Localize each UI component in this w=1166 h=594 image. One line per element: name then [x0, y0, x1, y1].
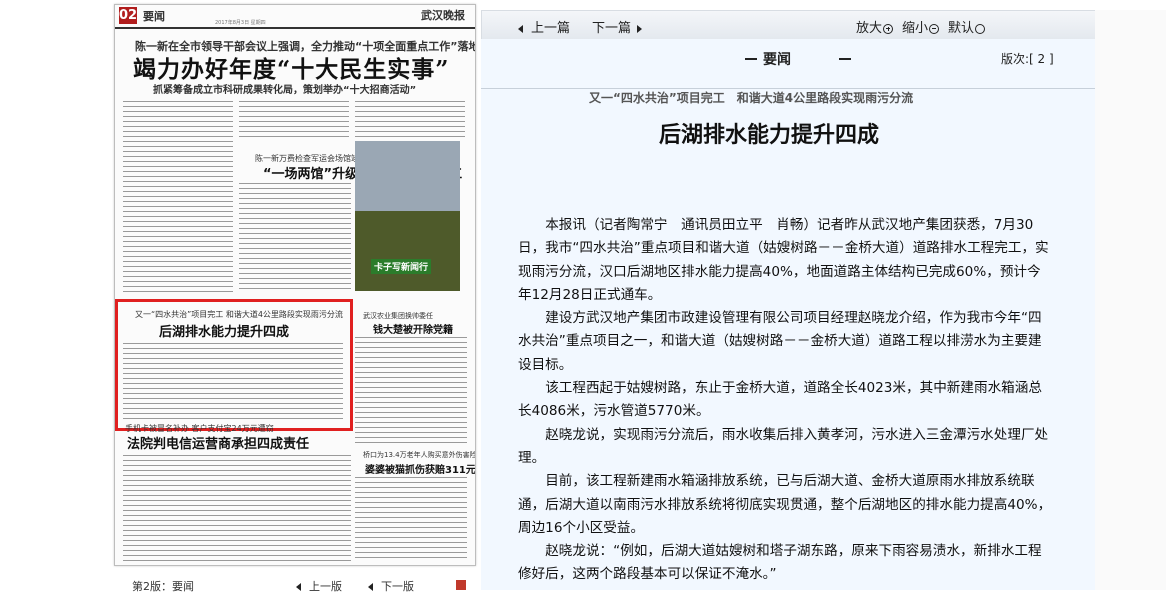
radio-icon: [975, 23, 986, 34]
side-story-title[interactable]: 钱大楚被开除党籍: [373, 321, 453, 336]
next-article-button[interactable]: 下一篇: [592, 17, 643, 36]
news-photo: 卡子写新闻行: [355, 141, 460, 291]
newspaper-section-label: 要闻: [143, 10, 165, 23]
text-column: [239, 181, 351, 293]
zoom-in-icon: [883, 23, 894, 34]
text-column: [123, 99, 233, 295]
right-margin: [1095, 10, 1166, 590]
article-paragraph: 本报讯（记者陶常宁 通讯员田立平 肖畅）记者昨从武汉地产集团获悉，7月30日，我…: [518, 217, 1049, 303]
top-story-subhead[interactable]: 抓紧筹备成立市科研成果转化局，策划举办“十大招商活动”: [153, 81, 416, 96]
prev-article-button[interactable]: 上一篇: [518, 17, 570, 36]
current-page-label: 第2版：要闻: [132, 580, 194, 593]
right-lower-story-kicker[interactable]: 桥口为13.4万老年人购买意外伤害险: [363, 450, 475, 460]
article-paragraph: 赵晓龙说：“例如，后湖大道姑嫂树和塔子湖东路，原来下雨容易渍水，新排水工程修好后…: [518, 543, 1042, 583]
zoom-in-button[interactable]: 放大: [856, 17, 894, 36]
top-story-headline[interactable]: 竭力办好年度“十大民生实事”: [133, 50, 449, 84]
newspaper-dateline: 2017年8月3日 星期四: [215, 20, 266, 26]
article-paragraph: 该工程西起于姑嫂树路，东止于金桥大道，道路全长4023米，其中新建雨水箱涵总长4…: [518, 380, 1042, 420]
text-column: [355, 475, 467, 561]
selected-article-kicker[interactable]: 又一“四水共治”项目完工 和谐大道4公里路段实现雨污分流: [135, 309, 343, 320]
photo-tag: 卡子写新闻行: [371, 259, 432, 274]
section-dash-right: [839, 58, 851, 60]
article-title: 后湖排水能力提升四成: [659, 123, 880, 148]
text-column: [123, 453, 351, 561]
lower-story-title[interactable]: 法院判电信运营商承担四成责任: [127, 433, 309, 452]
text-column: [355, 335, 467, 445]
article-kicker: 又一“四水共治”项目完工 和谐大道4公里路段实现雨污分流: [589, 91, 914, 105]
right-triangle-icon: [637, 24, 643, 33]
pdf-icon[interactable]: [456, 580, 466, 590]
prev-page-link[interactable]: 上一版: [296, 578, 342, 594]
default-size-button[interactable]: 默认: [948, 17, 986, 36]
right-lower-story-title[interactable]: 婆婆被猫抓伤获赔311元: [365, 461, 475, 476]
side-story-kicker[interactable]: 武汉农业集团换帅委任: [363, 311, 433, 321]
zoom-out-button[interactable]: 缩小: [902, 17, 940, 36]
newspaper-page-image[interactable]: 02 要闻 武汉晚报 2017年8月3日 星期四 陈一新在全市领导干部会议上强调…: [114, 4, 476, 566]
selected-article-title[interactable]: 后湖排水能力提升四成: [159, 321, 289, 340]
article-body: 本报讯（记者陶常宁 通讯员田立平 肖畅）记者昨从武汉地产集团获悉，7月30日，我…: [518, 214, 1052, 587]
zoom-out-icon: [929, 23, 940, 34]
article-content-area: 要闻 版次:[ 2 ] 又一“四水共治”项目完工 和谐大道4公里路段实现雨污分流…: [481, 39, 1095, 590]
section-dash-left: [745, 58, 757, 60]
article-paragraph: 目前，该工程新建雨水箱涵排放系统，已与后湖大道、金桥大道原雨水排放系统联通，后湖…: [518, 473, 1052, 536]
edition-number: 版次:[ 2 ]: [1001, 52, 1054, 66]
page-number-badge: 02: [119, 7, 138, 24]
article-toolbar: 上一篇 下一篇 放大 缩小 默认: [481, 10, 1097, 41]
newspaper-masthead: 武汉晚报: [421, 9, 465, 22]
left-triangle-icon: [518, 24, 523, 33]
article-paragraph: 赵晓龙说，实现雨污分流后，雨水收集后排入黄孝河，污水进入三金潭污水处理厂处理。: [518, 426, 1049, 466]
article-paragraph: 建设方武汉地产集团市政建设管理有限公司项目经理赵晓龙介绍，作为我市今年“四水共治…: [518, 310, 1042, 373]
text-column: [355, 99, 465, 139]
next-page-link[interactable]: 下一版: [368, 578, 414, 594]
article-section-title: 要闻: [763, 52, 791, 68]
text-column: [123, 341, 343, 419]
text-column: [239, 99, 349, 139]
